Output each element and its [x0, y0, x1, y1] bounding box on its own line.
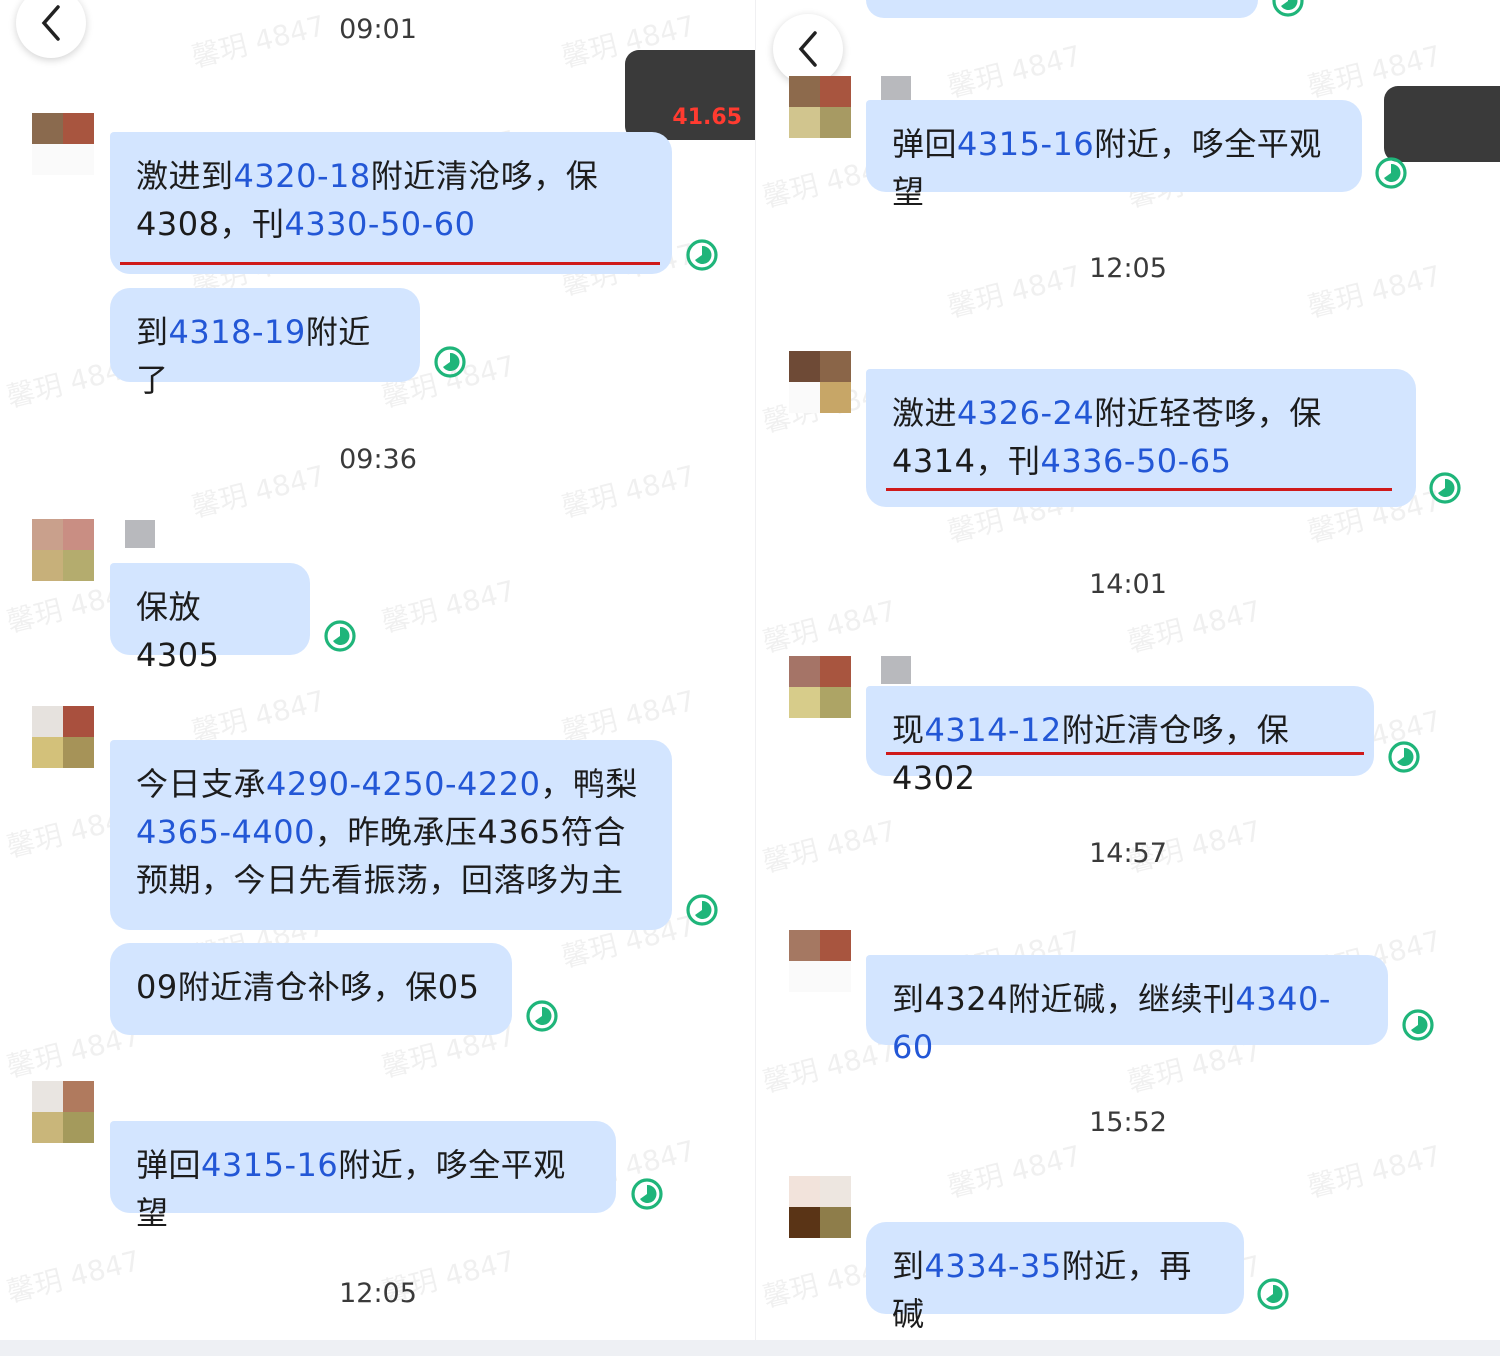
timestamp: 12:05: [339, 1278, 417, 1309]
sent-status-icon[interactable]: [1387, 740, 1421, 774]
watermark: 馨玥 4847: [378, 573, 519, 639]
red-underline: [886, 752, 1364, 755]
text: 附近轻苍哆，保: [1094, 394, 1322, 432]
message-text: 激进4326-24附近轻苍哆，保: [892, 389, 1390, 437]
chevron-left-icon: [798, 31, 817, 67]
avatar[interactable]: [32, 1081, 94, 1143]
price-number: 4315-16: [201, 1146, 339, 1184]
sent-status-icon[interactable]: [1428, 471, 1462, 505]
price-number: 4334-35: [924, 1247, 1062, 1285]
text: ，鸭梨: [540, 765, 638, 803]
text: 到4324附近碱，继续刊: [892, 980, 1236, 1018]
message-text: 弹回4315-16附近，哆全平观望: [892, 120, 1336, 216]
price-number: 4318-19: [168, 313, 306, 351]
text: 附近清沧哆，保: [370, 157, 599, 195]
message-bubble[interactable]: 到4324附近碱，继续刊4340-60: [866, 955, 1388, 1066]
back-button[interactable]: [773, 14, 843, 84]
price-badge: [1384, 86, 1500, 162]
avatar[interactable]: [32, 519, 94, 581]
message-bubble[interactable]: 今日支承4290-4250-4220，鸭梨 4365-4400，昨晚承压4365…: [110, 740, 672, 930]
avatar[interactable]: [789, 76, 851, 138]
timestamp: 14:01: [1089, 569, 1167, 600]
sent-status-icon[interactable]: [1271, 0, 1305, 18]
message-bubble[interactable]: 09附近清仓补哆，保05: [110, 943, 512, 1035]
text: 4314，刊: [892, 442, 1041, 480]
text: ，昨晚承压4365符合: [314, 813, 626, 851]
message-bubble[interactable]: 到4334-35附近，再碱: [866, 1222, 1244, 1333]
avatar[interactable]: [32, 706, 94, 768]
price-badge-text: 41.65: [672, 105, 742, 130]
watermark: 馨玥 4847: [944, 38, 1085, 104]
message-bubble[interactable]: 现4314-12附近清仓哆，保4302: [866, 686, 1374, 797]
price-number: 4365-4400: [136, 813, 315, 851]
message-text: 今日支承4290-4250-4220，鸭梨: [136, 760, 646, 808]
text: 4308，刊: [136, 205, 285, 243]
message-text: 预期，今日先看振荡，回落哆为主: [136, 861, 624, 899]
sent-status-icon[interactable]: [433, 345, 467, 379]
sent-status-icon[interactable]: [1256, 1277, 1290, 1311]
text: 到: [892, 1247, 925, 1285]
avatar[interactable]: [32, 113, 94, 175]
watermark: 馨玥 4847: [944, 1138, 1085, 1204]
price-badge: 41.65: [625, 50, 756, 140]
timestamp: 09:01: [339, 14, 417, 45]
avatar[interactable]: [789, 1176, 851, 1238]
message-text: 保放4305: [136, 588, 220, 674]
sent-status-icon[interactable]: [525, 999, 559, 1033]
timestamp: 15:52: [1089, 1107, 1167, 1138]
sent-status-icon[interactable]: [323, 619, 357, 653]
message-text: 09附近清仓补哆，保05: [136, 968, 480, 1006]
text: 弹回: [892, 125, 958, 163]
red-underline: [120, 262, 660, 265]
message-bubble[interactable]: 弹回4315-16附近，哆全平观望: [866, 100, 1362, 211]
message-bubble-partial[interactable]: [866, 0, 1258, 18]
timestamp: 14:57: [1089, 838, 1167, 869]
timestamp: 09:36: [339, 444, 417, 475]
text: 激进: [892, 394, 958, 432]
timestamp: 12:05: [1089, 253, 1167, 284]
message-text: 激进到4320-18附近清沧哆，保: [136, 152, 646, 200]
text: 激进到: [136, 157, 234, 195]
avatar[interactable]: [789, 656, 851, 718]
sender-name-redacted: [881, 656, 911, 684]
message-text: 到4324附近碱，继续刊4340-60: [892, 975, 1362, 1071]
text: 到: [136, 313, 169, 351]
red-underline: [886, 488, 1392, 491]
price-number: 4336-50-65: [1040, 442, 1232, 480]
price-number: 4320-18: [233, 157, 371, 195]
message-text: 到4334-35附近，再碱: [892, 1242, 1218, 1338]
message-text: 弹回4315-16附近，哆全平观望: [136, 1141, 590, 1237]
message-text: 4308，刊4330-50-60: [136, 200, 646, 248]
message-text: 4314，刊4336-50-65: [892, 437, 1390, 485]
message-text: 4365-4400，昨晚承压4365符合: [136, 808, 646, 856]
avatar[interactable]: [789, 351, 851, 413]
price-number: 4290-4250-4220: [266, 765, 541, 803]
watermark: 馨玥 4847: [1304, 1138, 1445, 1204]
sent-status-icon[interactable]: [630, 1177, 664, 1211]
message-bubble[interactable]: 保放4305: [110, 563, 310, 674]
right-chat-panel: 馨玥 4847 馨玥 4847 馨玥 4847 馨玥 4847 馨玥 4847 …: [756, 0, 1500, 1356]
sent-status-icon[interactable]: [1374, 156, 1408, 190]
sent-status-icon[interactable]: [685, 893, 719, 927]
bottom-bar: [0, 1340, 1500, 1356]
text: 现: [892, 711, 925, 749]
text: 弹回: [136, 1146, 202, 1184]
message-text: 到4318-19附近了: [136, 308, 394, 404]
sent-status-icon[interactable]: [685, 238, 719, 272]
message-bubble[interactable]: 激进4326-24附近轻苍哆，保 4314，刊4336-50-65: [866, 369, 1416, 507]
left-chat-panel: 馨玥 4847 馨玥 4847 馨玥 4847 馨玥 4847 馨玥 4847 …: [0, 0, 756, 1356]
price-number: 4326-24: [957, 394, 1095, 432]
avatar[interactable]: [789, 930, 851, 992]
price-number: 4330-50-60: [284, 205, 476, 243]
message-bubble[interactable]: 弹回4315-16附近，哆全平观望: [110, 1121, 616, 1232]
text: 今日支承: [136, 765, 267, 803]
message-bubble[interactable]: 到4318-19附近了: [110, 288, 420, 399]
price-number: 4315-16: [957, 125, 1095, 163]
price-number: 4314-12: [924, 711, 1062, 749]
message-bubble[interactable]: 激进到4320-18附近清沧哆，保 4308，刊4330-50-60: [110, 132, 672, 274]
sender-name-redacted: [125, 520, 155, 548]
sent-status-icon[interactable]: [1401, 1008, 1435, 1042]
